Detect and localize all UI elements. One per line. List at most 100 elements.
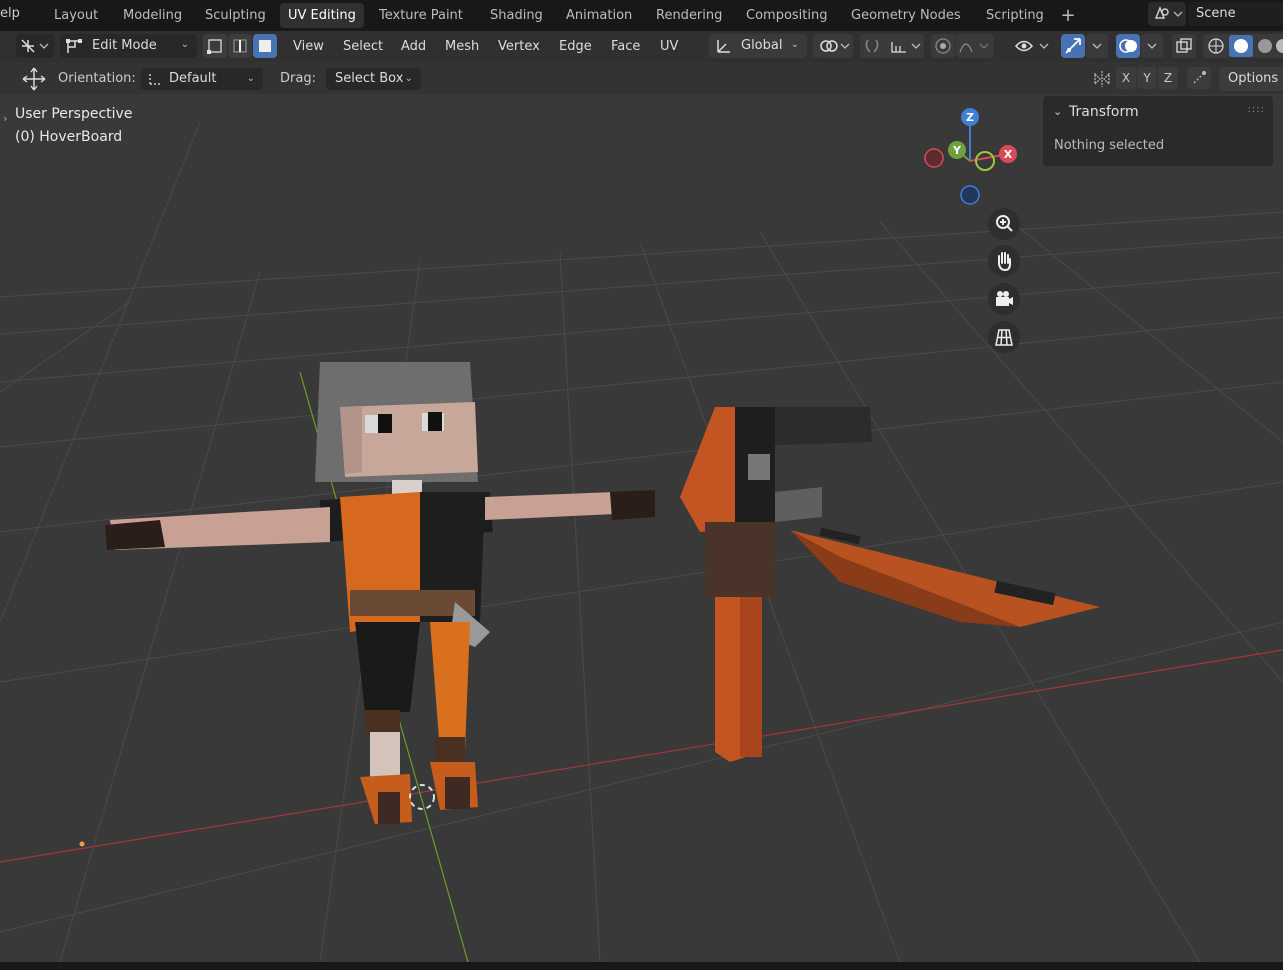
chevron-down-icon: ⌄ — [180, 39, 189, 50]
material-shading-icon[interactable] — [1258, 39, 1272, 53]
gate-post-model[interactable] — [680, 407, 872, 762]
menu-view[interactable]: View — [293, 39, 324, 54]
chevron-down-icon — [1147, 43, 1157, 49]
scene-icon — [1154, 5, 1183, 19]
gizmo-x-label: X — [1004, 148, 1013, 161]
tab-uv-editing[interactable]: UV Editing — [280, 3, 364, 28]
x-axis-line — [0, 649, 1283, 863]
menu-edge[interactable]: Edge — [559, 39, 592, 54]
sidebar-expand-icon[interactable]: › — [3, 112, 7, 125]
menu-face[interactable]: Face — [611, 39, 640, 54]
tab-rendering[interactable]: Rendering — [648, 3, 730, 28]
navigation-gizmo[interactable]: Z X Y — [920, 104, 1030, 214]
scene-name-field[interactable]: Scene — [1188, 2, 1283, 26]
drag-value: Select Box — [335, 71, 404, 86]
tab-shading[interactable]: Shading — [482, 3, 551, 28]
menu-mesh[interactable]: Mesh — [445, 39, 479, 54]
active-object-name: (0) HoverBoard — [15, 129, 123, 145]
mirror-icon[interactable] — [1093, 70, 1111, 88]
status-bar — [0, 962, 1283, 970]
auto-merge-icon — [1193, 71, 1206, 84]
pivot-point-dropdown[interactable] — [813, 34, 853, 58]
mirror-z-toggle[interactable]: Z — [1158, 67, 1178, 89]
chevron-down-icon[interactable]: ⌄ — [1053, 105, 1062, 118]
chevron-down-icon: ⌄ — [790, 39, 799, 50]
tab-compositing[interactable]: Compositing — [738, 3, 836, 28]
mode-dropdown[interactable]: Edit Mode ⌄ — [60, 34, 197, 58]
rendered-shading-icon[interactable] — [1276, 39, 1283, 53]
options-dropdown[interactable]: Options — [1219, 67, 1283, 91]
tab-texture-paint[interactable]: Texture Paint — [371, 3, 471, 28]
pivot-icon — [820, 40, 850, 52]
add-workspace-icon[interactable]: + — [1058, 3, 1078, 28]
tool-settings-bar: Orientation: Default ⌄ Drag: Select Box … — [0, 62, 1283, 94]
orientation-icon — [149, 74, 160, 85]
gizmo-toggle[interactable] — [1061, 34, 1085, 58]
visibility-dropdown[interactable] — [1012, 34, 1054, 58]
gizmo-z-label: Z — [966, 111, 974, 124]
falloff-icon — [959, 43, 989, 53]
shading-mode-group — [1203, 34, 1283, 58]
3d-cursor[interactable] — [409, 784, 435, 810]
menu-uv[interactable]: UV — [660, 39, 678, 54]
tab-geometry-nodes[interactable]: Geometry Nodes — [843, 3, 969, 28]
proportional-edit-icon — [935, 38, 951, 54]
orientation-dropdown[interactable]: Default ⌄ — [141, 68, 263, 90]
gizmo-neg-y[interactable] — [975, 151, 995, 171]
gizmo-dropdown[interactable] — [1086, 34, 1108, 58]
drag-handle-icon[interactable]: :::: — [1248, 104, 1265, 115]
edge-select-button[interactable] — [228, 34, 252, 58]
tab-layout[interactable]: Layout — [46, 3, 106, 28]
axis-icon — [717, 40, 730, 53]
hand-icon — [998, 252, 1011, 272]
pan-button[interactable] — [988, 245, 1020, 277]
help-menu[interactable]: elp — [0, 6, 20, 21]
gizmo-icon — [1065, 38, 1081, 54]
mirror-x-toggle[interactable]: X — [1116, 67, 1136, 89]
drag-dropdown[interactable]: Select Box ⌄ — [326, 68, 421, 90]
editor-type-icon — [21, 39, 49, 53]
xray-toggle[interactable] — [1172, 34, 1196, 58]
tab-animation[interactable]: Animation — [558, 3, 640, 28]
camera-view-button[interactable] — [988, 283, 1020, 315]
vertex-select-button[interactable] — [203, 34, 227, 58]
solid-shading-icon[interactable] — [1234, 39, 1248, 53]
tab-modeling[interactable]: Modeling — [115, 3, 190, 28]
overlays-dropdown[interactable] — [1141, 34, 1163, 58]
scene-name-label: Scene — [1196, 6, 1236, 21]
snap-toggle[interactable] — [860, 34, 924, 58]
menu-add[interactable]: Add — [401, 39, 426, 54]
editor-type-button[interactable] — [16, 34, 54, 58]
tab-sculpting[interactable]: Sculpting — [197, 3, 274, 28]
hoverboard-model[interactable] — [790, 527, 1100, 627]
orientation-label: Orientation: — [58, 71, 136, 86]
chevron-down-icon: ⌄ — [246, 73, 255, 84]
gizmo-neg-x[interactable] — [924, 148, 944, 168]
scene-selector-button[interactable] — [1148, 2, 1186, 26]
menu-select[interactable]: Select — [343, 39, 383, 54]
workspace-bar: elp Layout Modeling Sculpting UV Editing… — [0, 0, 1283, 31]
face-select-button[interactable] — [253, 34, 277, 58]
3d-viewport[interactable]: Orientation: Default ⌄ Drag: Select Box … — [0, 62, 1283, 962]
transform-orientation-label: Global — [741, 38, 783, 53]
snap-icon — [865, 39, 921, 53]
auto-merge-toggle[interactable] — [1187, 67, 1211, 89]
transform-panel: ⌄ Transform :::: Nothing selected — [1043, 96, 1273, 166]
transform-orientation-dropdown[interactable]: Global ⌄ — [709, 34, 807, 58]
origin-point — [79, 841, 85, 847]
proportional-edit-toggle[interactable] — [931, 34, 955, 58]
camera-icon — [996, 291, 1013, 306]
mirror-y-toggle[interactable]: Y — [1137, 67, 1157, 89]
transform-panel-title[interactable]: Transform — [1069, 104, 1139, 120]
ortho-toggle-button[interactable] — [988, 321, 1020, 353]
move-tool-icon[interactable] — [20, 65, 48, 93]
menu-vertex[interactable]: Vertex — [498, 39, 540, 54]
wireframe-shading-icon[interactable] — [1208, 38, 1224, 54]
falloff-dropdown[interactable] — [956, 34, 994, 58]
orientation-value: Default — [169, 71, 217, 86]
zoom-button[interactable] — [988, 208, 1020, 240]
grid-icon — [995, 329, 1013, 346]
tab-scripting[interactable]: Scripting — [978, 3, 1052, 28]
gizmo-neg-z[interactable] — [960, 185, 980, 205]
overlays-toggle[interactable] — [1116, 34, 1140, 58]
